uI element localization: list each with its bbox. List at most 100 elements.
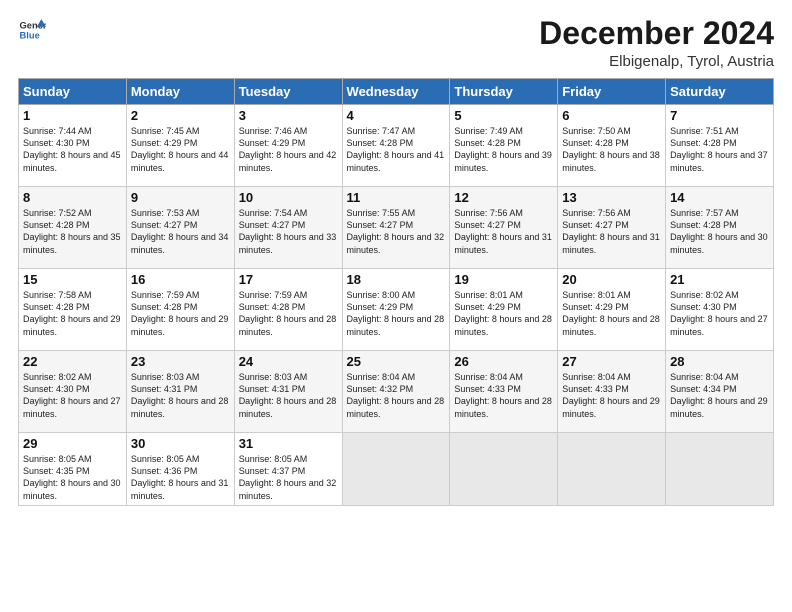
calendar-cell xyxy=(558,433,666,506)
cell-info: Sunrise: 7:51 AMSunset: 4:28 PMDaylight:… xyxy=(670,126,768,172)
cell-info: Sunrise: 7:52 AMSunset: 4:28 PMDaylight:… xyxy=(23,208,121,254)
weekday-header-saturday: Saturday xyxy=(666,79,774,105)
cell-info: Sunrise: 7:57 AMSunset: 4:28 PMDaylight:… xyxy=(670,208,768,254)
cell-info: Sunrise: 8:05 AMSunset: 4:35 PMDaylight:… xyxy=(23,454,121,500)
calendar-week-1: 1 Sunrise: 7:44 AMSunset: 4:30 PMDayligh… xyxy=(19,105,774,187)
calendar-cell: 8 Sunrise: 7:52 AMSunset: 4:28 PMDayligh… xyxy=(19,187,127,269)
calendar-week-5: 29 Sunrise: 8:05 AMSunset: 4:35 PMDaylig… xyxy=(19,433,774,506)
day-number: 27 xyxy=(562,354,661,369)
calendar-cell: 21 Sunrise: 8:02 AMSunset: 4:30 PMDaylig… xyxy=(666,269,774,351)
calendar-cell: 10 Sunrise: 7:54 AMSunset: 4:27 PMDaylig… xyxy=(234,187,342,269)
page: General Blue December 2024 Elbigenalp, T… xyxy=(0,0,792,612)
calendar-cell: 5 Sunrise: 7:49 AMSunset: 4:28 PMDayligh… xyxy=(450,105,558,187)
day-number: 11 xyxy=(347,190,446,205)
calendar-cell xyxy=(450,433,558,506)
day-number: 16 xyxy=(131,272,230,287)
weekday-header-friday: Friday xyxy=(558,79,666,105)
calendar-cell xyxy=(342,433,450,506)
day-number: 12 xyxy=(454,190,553,205)
cell-info: Sunrise: 8:01 AMSunset: 4:29 PMDaylight:… xyxy=(454,290,552,336)
svg-text:Blue: Blue xyxy=(20,31,40,41)
day-number: 8 xyxy=(23,190,122,205)
day-number: 28 xyxy=(670,354,769,369)
day-number: 5 xyxy=(454,108,553,123)
cell-info: Sunrise: 7:53 AMSunset: 4:27 PMDaylight:… xyxy=(131,208,229,254)
cell-info: Sunrise: 7:54 AMSunset: 4:27 PMDaylight:… xyxy=(239,208,337,254)
cell-info: Sunrise: 7:44 AMSunset: 4:30 PMDaylight:… xyxy=(23,126,121,172)
month-title: December 2024 xyxy=(539,16,774,51)
cell-info: Sunrise: 8:03 AMSunset: 4:31 PMDaylight:… xyxy=(131,372,229,418)
cell-info: Sunrise: 8:04 AMSunset: 4:33 PMDaylight:… xyxy=(562,372,660,418)
calendar-cell: 30 Sunrise: 8:05 AMSunset: 4:36 PMDaylig… xyxy=(126,433,234,506)
day-number: 21 xyxy=(670,272,769,287)
calendar-cell: 23 Sunrise: 8:03 AMSunset: 4:31 PMDaylig… xyxy=(126,351,234,433)
day-number: 6 xyxy=(562,108,661,123)
cell-info: Sunrise: 7:50 AMSunset: 4:28 PMDaylight:… xyxy=(562,126,660,172)
day-number: 17 xyxy=(239,272,338,287)
cell-info: Sunrise: 8:04 AMSunset: 4:33 PMDaylight:… xyxy=(454,372,552,418)
logo-icon: General Blue xyxy=(18,16,46,44)
day-number: 24 xyxy=(239,354,338,369)
calendar-cell: 20 Sunrise: 8:01 AMSunset: 4:29 PMDaylig… xyxy=(558,269,666,351)
calendar-cell: 24 Sunrise: 8:03 AMSunset: 4:31 PMDaylig… xyxy=(234,351,342,433)
cell-info: Sunrise: 7:59 AMSunset: 4:28 PMDaylight:… xyxy=(239,290,337,336)
calendar-cell: 13 Sunrise: 7:56 AMSunset: 4:27 PMDaylig… xyxy=(558,187,666,269)
cell-info: Sunrise: 8:03 AMSunset: 4:31 PMDaylight:… xyxy=(239,372,337,418)
cell-info: Sunrise: 7:55 AMSunset: 4:27 PMDaylight:… xyxy=(347,208,445,254)
calendar-week-4: 22 Sunrise: 8:02 AMSunset: 4:30 PMDaylig… xyxy=(19,351,774,433)
calendar-cell: 28 Sunrise: 8:04 AMSunset: 4:34 PMDaylig… xyxy=(666,351,774,433)
day-number: 15 xyxy=(23,272,122,287)
calendar-cell: 15 Sunrise: 7:58 AMSunset: 4:28 PMDaylig… xyxy=(19,269,127,351)
calendar-week-3: 15 Sunrise: 7:58 AMSunset: 4:28 PMDaylig… xyxy=(19,269,774,351)
calendar-cell: 29 Sunrise: 8:05 AMSunset: 4:35 PMDaylig… xyxy=(19,433,127,506)
day-number: 1 xyxy=(23,108,122,123)
day-number: 4 xyxy=(347,108,446,123)
calendar-cell: 1 Sunrise: 7:44 AMSunset: 4:30 PMDayligh… xyxy=(19,105,127,187)
calendar-cell: 12 Sunrise: 7:56 AMSunset: 4:27 PMDaylig… xyxy=(450,187,558,269)
cell-info: Sunrise: 7:56 AMSunset: 4:27 PMDaylight:… xyxy=(562,208,660,254)
day-number: 7 xyxy=(670,108,769,123)
calendar-table: SundayMondayTuesdayWednesdayThursdayFrid… xyxy=(18,78,774,506)
cell-info: Sunrise: 8:04 AMSunset: 4:34 PMDaylight:… xyxy=(670,372,768,418)
cell-info: Sunrise: 8:01 AMSunset: 4:29 PMDaylight:… xyxy=(562,290,660,336)
calendar-cell: 19 Sunrise: 8:01 AMSunset: 4:29 PMDaylig… xyxy=(450,269,558,351)
cell-info: Sunrise: 7:49 AMSunset: 4:28 PMDaylight:… xyxy=(454,126,552,172)
calendar-cell xyxy=(666,433,774,506)
day-number: 13 xyxy=(562,190,661,205)
header: General Blue December 2024 Elbigenalp, T… xyxy=(18,16,774,70)
calendar-cell: 26 Sunrise: 8:04 AMSunset: 4:33 PMDaylig… xyxy=(450,351,558,433)
calendar-cell: 14 Sunrise: 7:57 AMSunset: 4:28 PMDaylig… xyxy=(666,187,774,269)
calendar-header-row: SundayMondayTuesdayWednesdayThursdayFrid… xyxy=(19,79,774,105)
day-number: 2 xyxy=(131,108,230,123)
day-number: 19 xyxy=(454,272,553,287)
day-number: 14 xyxy=(670,190,769,205)
calendar-cell: 16 Sunrise: 7:59 AMSunset: 4:28 PMDaylig… xyxy=(126,269,234,351)
calendar-cell: 7 Sunrise: 7:51 AMSunset: 4:28 PMDayligh… xyxy=(666,105,774,187)
cell-info: Sunrise: 8:02 AMSunset: 4:30 PMDaylight:… xyxy=(670,290,768,336)
weekday-header-monday: Monday xyxy=(126,79,234,105)
cell-info: Sunrise: 7:46 AMSunset: 4:29 PMDaylight:… xyxy=(239,126,337,172)
day-number: 30 xyxy=(131,436,230,451)
calendar-cell: 6 Sunrise: 7:50 AMSunset: 4:28 PMDayligh… xyxy=(558,105,666,187)
calendar-cell: 27 Sunrise: 8:04 AMSunset: 4:33 PMDaylig… xyxy=(558,351,666,433)
calendar-cell: 3 Sunrise: 7:46 AMSunset: 4:29 PMDayligh… xyxy=(234,105,342,187)
day-number: 3 xyxy=(239,108,338,123)
cell-info: Sunrise: 8:02 AMSunset: 4:30 PMDaylight:… xyxy=(23,372,121,418)
calendar-cell: 2 Sunrise: 7:45 AMSunset: 4:29 PMDayligh… xyxy=(126,105,234,187)
cell-info: Sunrise: 8:05 AMSunset: 4:37 PMDaylight:… xyxy=(239,454,337,500)
day-number: 29 xyxy=(23,436,122,451)
day-number: 18 xyxy=(347,272,446,287)
calendar-cell: 4 Sunrise: 7:47 AMSunset: 4:28 PMDayligh… xyxy=(342,105,450,187)
title-block: December 2024 Elbigenalp, Tyrol, Austria xyxy=(539,16,774,70)
weekday-header-sunday: Sunday xyxy=(19,79,127,105)
weekday-header-wednesday: Wednesday xyxy=(342,79,450,105)
calendar-cell: 18 Sunrise: 8:00 AMSunset: 4:29 PMDaylig… xyxy=(342,269,450,351)
cell-info: Sunrise: 7:56 AMSunset: 4:27 PMDaylight:… xyxy=(454,208,552,254)
calendar-cell: 17 Sunrise: 7:59 AMSunset: 4:28 PMDaylig… xyxy=(234,269,342,351)
day-number: 20 xyxy=(562,272,661,287)
logo: General Blue xyxy=(18,16,46,44)
calendar-cell: 9 Sunrise: 7:53 AMSunset: 4:27 PMDayligh… xyxy=(126,187,234,269)
cell-info: Sunrise: 7:45 AMSunset: 4:29 PMDaylight:… xyxy=(131,126,229,172)
calendar-cell: 31 Sunrise: 8:05 AMSunset: 4:37 PMDaylig… xyxy=(234,433,342,506)
cell-info: Sunrise: 8:05 AMSunset: 4:36 PMDaylight:… xyxy=(131,454,229,500)
